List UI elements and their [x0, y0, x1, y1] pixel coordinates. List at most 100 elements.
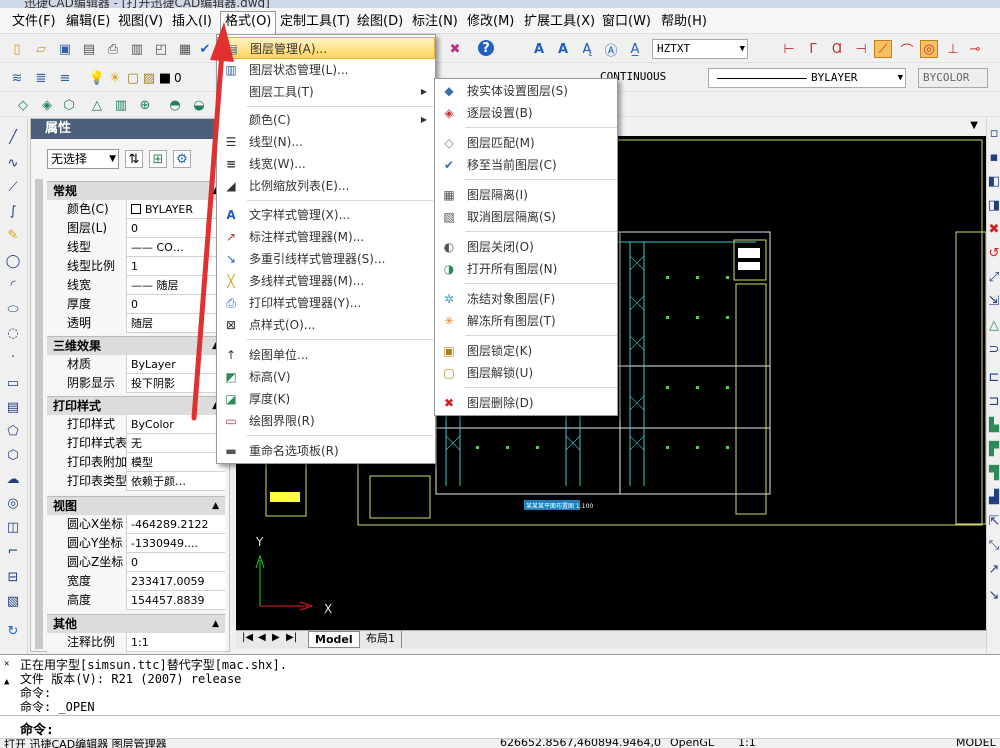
rotate-icon[interactable]: ↺ — [987, 244, 1000, 262]
edit-pline-icon[interactable]: ↘ — [987, 586, 1000, 604]
align-icon[interactable]: ⤡ — [987, 536, 1000, 554]
circle-icon[interactable]: ◯ — [4, 252, 22, 270]
menu-dimension[interactable]: 标注(N) — [408, 12, 462, 32]
lineweight-select[interactable]: BYLAYER ▼ — [708, 68, 906, 88]
erase-icon[interactable]: ✖ — [446, 40, 464, 58]
prop-row[interactable]: 打印表附加到模型 — [47, 453, 225, 472]
menu-item-layer-manager[interactable]: ▤ 图层管理(A)... — [217, 37, 435, 59]
prop-row[interactable]: 圆心Y坐标 -1330949.... — [47, 534, 225, 553]
menu-item-rename-palette[interactable]: ▬ 重命名选项板(R) — [217, 440, 435, 462]
menu-insert[interactable]: 插入(I) — [168, 12, 216, 32]
boundary-icon[interactable]: ⌐ — [4, 542, 22, 560]
layer-previous-icon[interactable]: ≡ — [56, 69, 74, 87]
tab-model[interactable]: Model — [308, 631, 360, 648]
prop-row[interactable]: 线型 —— CO… — [47, 238, 225, 257]
lengthen-icon[interactable]: ↗ — [987, 560, 1000, 578]
region-icon[interactable]: ⬡ — [4, 446, 22, 464]
break-icon[interactable]: ⊏ — [987, 368, 1000, 386]
print-icon[interactable]: ⎙ — [104, 40, 122, 58]
text-edit-icon[interactable]: Ą — [578, 40, 596, 58]
mirror-icon[interactable]: ◧ — [987, 172, 1000, 190]
menu-custom-tools[interactable]: 定制工具(T) — [276, 12, 354, 32]
array-icon[interactable]: ▟ — [987, 488, 1000, 506]
move-icon[interactable]: ⇱ — [987, 512, 1000, 530]
menu-item-layer-tools[interactable]: 图层工具(T) ▶ — [217, 81, 435, 103]
panel-scrollbar[interactable] — [35, 179, 43, 649]
ellipse-icon[interactable]: ⬭ — [4, 300, 22, 318]
trim-icon[interactable]: △ — [987, 316, 1000, 334]
prop-row[interactable]: 注释比例 1:1 — [47, 633, 225, 652]
wedge-icon[interactable]: ◈ — [38, 96, 56, 114]
mtext-icon[interactable]: A — [554, 40, 572, 58]
extend-icon[interactable]: ⊃ — [987, 340, 1000, 358]
submenu-item[interactable]: ✖ 图层删除(D) — [435, 392, 617, 414]
first-tab-icon[interactable]: |◀ — [242, 632, 253, 643]
prop-row[interactable]: 图层(L) 0 — [47, 219, 225, 238]
select-objects-icon[interactable]: ⊞ — [149, 150, 167, 168]
menu-item-plot-style[interactable]: ⎙ 打印样式管理器(Y)... — [217, 292, 435, 314]
text-icon[interactable]: A — [530, 40, 548, 58]
layer-color-icon[interactable]: ■ — [156, 69, 174, 87]
section-general[interactable]: 常规▲ — [47, 181, 225, 200]
dim-angular-icon[interactable]: ⟋ — [874, 40, 892, 58]
menu-item-thickness[interactable]: ◪ 厚度(K) — [217, 388, 435, 410]
prop-row[interactable]: 线型比例 1 — [47, 257, 225, 276]
menu-view[interactable]: 视图(V) — [114, 12, 167, 32]
menu-extend-tools[interactable]: 扩展工具(X) — [520, 12, 599, 32]
menu-modify[interactable]: 修改(M) — [463, 12, 518, 32]
open-file-icon[interactable]: ▱ — [32, 40, 50, 58]
box-icon[interactable]: ◇ — [14, 96, 32, 114]
dim-continue-icon[interactable]: ⊸ — [966, 40, 984, 58]
dim-baseline-icon[interactable]: ⊥ — [944, 40, 962, 58]
publish-icon[interactable]: ▦ — [176, 40, 194, 58]
point-icon[interactable]: · — [4, 348, 22, 366]
submenu-item[interactable]: ▦ 图层隔离(I) — [435, 184, 617, 206]
next-tab-icon[interactable]: ▶ — [272, 632, 280, 643]
text-style-select[interactable]: HZTXT ▼ — [652, 39, 748, 59]
dim-linear-icon[interactable]: ⊢ — [780, 40, 798, 58]
prev-tab-icon[interactable]: ◀ — [258, 632, 266, 643]
dim-radius-icon[interactable]: Ɑ — [828, 40, 846, 58]
submenu-item[interactable]: ▢ 图层解锁(U) — [435, 362, 617, 384]
erase-tool-icon[interactable]: ▫ — [987, 124, 1000, 142]
chevron-down-icon[interactable]: ▼ — [970, 120, 978, 131]
layer-properties-icon[interactable]: ≋ — [8, 69, 26, 87]
chamfer-icon[interactable]: ▙ — [987, 416, 1000, 434]
text-style-tb-icon[interactable]: A̲ — [626, 40, 644, 58]
submenu-item[interactable]: ✲ 冻结对象图层(F) — [435, 288, 617, 310]
menu-item-lineweight[interactable]: ≡ 线宽(W)... — [217, 153, 435, 175]
selection-select[interactable]: 无选择 ▼ — [47, 149, 119, 169]
prop-row[interactable]: 打印样式 ByColor — [47, 415, 225, 434]
section-3d[interactable]: 三维效果▲ — [47, 336, 225, 355]
xline-icon[interactable]: ⟋ — [4, 178, 22, 196]
join-icon[interactable]: ⊐ — [987, 392, 1000, 410]
dim-center-icon[interactable]: ◎ — [920, 40, 938, 58]
sun-icon[interactable]: ☀ — [106, 69, 124, 87]
menu-item-color[interactable]: 颜色(C) ▶ — [217, 109, 435, 131]
menu-window[interactable]: 窗口(W) — [598, 12, 655, 32]
prop-row[interactable]: 打印样式表无 — [47, 434, 225, 453]
menu-edit[interactable]: 编辑(E) — [62, 12, 114, 32]
menu-item-dim-style[interactable]: ↗ 标注样式管理器(M)... — [217, 226, 435, 248]
submenu-item[interactable]: ✔ 移至当前图层(C) — [435, 154, 617, 176]
offset-icon[interactable]: ◨ — [987, 196, 1000, 214]
prop-row[interactable]: 颜色(C) BYLAYER — [47, 200, 225, 219]
prop-row[interactable]: 厚度 0 — [47, 295, 225, 314]
rectangle-icon[interactable]: ▭ — [4, 374, 22, 392]
scale-icon[interactable]: ⤢ — [987, 268, 1000, 286]
polygon-icon[interactable]: ⬠ — [4, 422, 22, 440]
prop-row[interactable]: 阴影显示 投下阴影 — [47, 374, 225, 393]
line-icon[interactable]: ╱ — [4, 128, 22, 146]
menu-item-mline-style[interactable]: ╳ 多线样式管理器(M)... — [217, 270, 435, 292]
help-icon[interactable]: ? — [478, 40, 494, 56]
menu-item-limits[interactable]: ▭ 绘图界限(R) — [217, 410, 435, 432]
wipeout-icon[interactable]: ◫ — [4, 518, 22, 536]
pyramid-icon[interactable]: △ — [88, 96, 106, 114]
cylinder-icon[interactable]: ▥ — [112, 96, 130, 114]
annotation-scale[interactable]: 1:1 — [738, 739, 756, 748]
menu-item-elevation[interactable]: ◩ 标高(V) — [217, 366, 435, 388]
menu-format[interactable]: 格式(O) — [220, 11, 277, 34]
prop-row[interactable]: 高度 154457.8839 — [47, 591, 225, 610]
chevron-up-icon[interactable]: ▲ — [4, 677, 9, 687]
spline-icon[interactable]: ∫ — [4, 202, 22, 220]
